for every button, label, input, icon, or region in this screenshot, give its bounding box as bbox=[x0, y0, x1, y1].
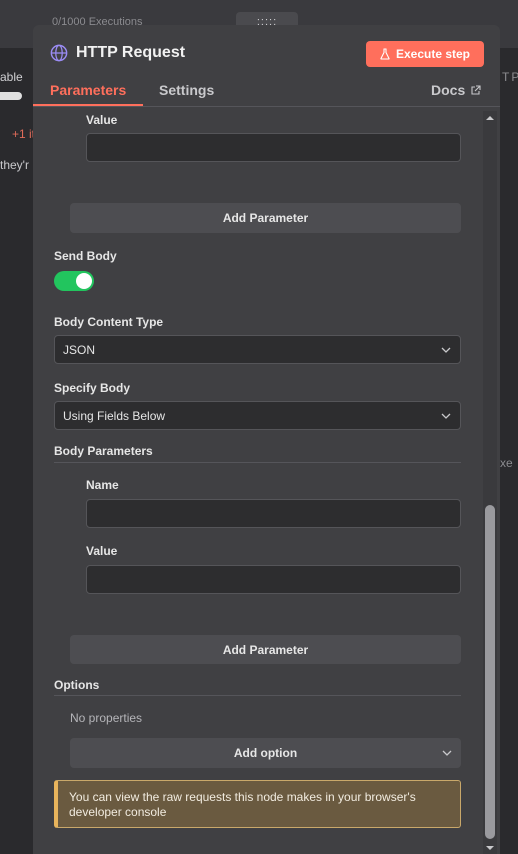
docs-label: Docs bbox=[431, 82, 466, 98]
panel-tabs: Parameters Settings Docs bbox=[33, 81, 500, 107]
add-query-parameter-button[interactable]: Add Parameter bbox=[70, 203, 461, 233]
left-pane-label: able bbox=[0, 70, 23, 84]
body-content-type-select[interactable]: JSON bbox=[54, 335, 461, 364]
add-body-parameter-button[interactable]: Add Parameter bbox=[70, 635, 461, 664]
body-param-name-input[interactable] bbox=[86, 499, 461, 528]
panel-header: HTTP Request Execute step bbox=[33, 25, 500, 81]
toggle-knob bbox=[76, 273, 92, 289]
options-label: Options bbox=[54, 678, 100, 692]
specify-body-select[interactable]: Using Fields Below bbox=[54, 401, 461, 430]
scroll-up-icon[interactable] bbox=[485, 113, 495, 123]
left-background-pane: able +1 it they'r bbox=[0, 48, 33, 854]
body-param-name-label: Name bbox=[86, 478, 119, 492]
node-settings-panel: HTTP Request Execute step Parameters Set… bbox=[33, 25, 500, 854]
right-background-pane: TP xe bbox=[500, 48, 518, 854]
no-properties-text: No properties bbox=[70, 711, 143, 725]
body-content-type-value: JSON bbox=[63, 342, 96, 357]
query-param-value-label: Value bbox=[86, 113, 118, 127]
body-parameters-label: Body Parameters bbox=[54, 444, 153, 458]
tab-parameters[interactable]: Parameters bbox=[50, 82, 126, 98]
query-param-value-input[interactable] bbox=[86, 133, 461, 162]
execute-step-button[interactable]: Execute step bbox=[366, 41, 484, 67]
left-pane-text: they'r bbox=[0, 158, 29, 172]
console-notice: You can view the raw requests this node … bbox=[54, 780, 461, 828]
chevron-down-icon bbox=[442, 750, 452, 756]
globe-icon bbox=[50, 44, 68, 62]
right-pane-label: TP bbox=[502, 70, 518, 84]
body-param-value-label: Value bbox=[86, 544, 118, 558]
options-divider bbox=[54, 695, 461, 696]
chevron-down-icon bbox=[441, 413, 451, 419]
left-pane-badge: +1 it bbox=[12, 127, 33, 141]
flask-icon bbox=[380, 48, 390, 60]
external-link-icon bbox=[471, 84, 481, 95]
left-pane-toggle[interactable] bbox=[0, 92, 22, 100]
add-option-label: Add option bbox=[233, 746, 298, 760]
add-option-select[interactable]: Add option bbox=[70, 738, 461, 768]
body-param-value-input[interactable] bbox=[86, 565, 461, 594]
specify-body-label: Specify Body bbox=[54, 381, 131, 395]
docs-link[interactable]: Docs bbox=[431, 82, 481, 98]
send-body-toggle[interactable] bbox=[54, 271, 94, 291]
chevron-down-icon bbox=[441, 347, 451, 353]
node-title: HTTP Request bbox=[76, 44, 186, 61]
execute-step-label: Execute step bbox=[395, 47, 471, 61]
specify-body-value: Using Fields Below bbox=[63, 408, 166, 423]
body-parameters-divider bbox=[54, 462, 461, 463]
scroll-down-icon[interactable] bbox=[485, 843, 495, 853]
scrollbar-thumb[interactable] bbox=[485, 505, 495, 839]
right-pane-text: xe bbox=[500, 456, 513, 470]
send-body-label: Send Body bbox=[54, 249, 117, 263]
body-content-type-label: Body Content Type bbox=[54, 315, 164, 329]
tab-settings[interactable]: Settings bbox=[159, 82, 214, 98]
active-tab-indicator bbox=[33, 104, 143, 106]
